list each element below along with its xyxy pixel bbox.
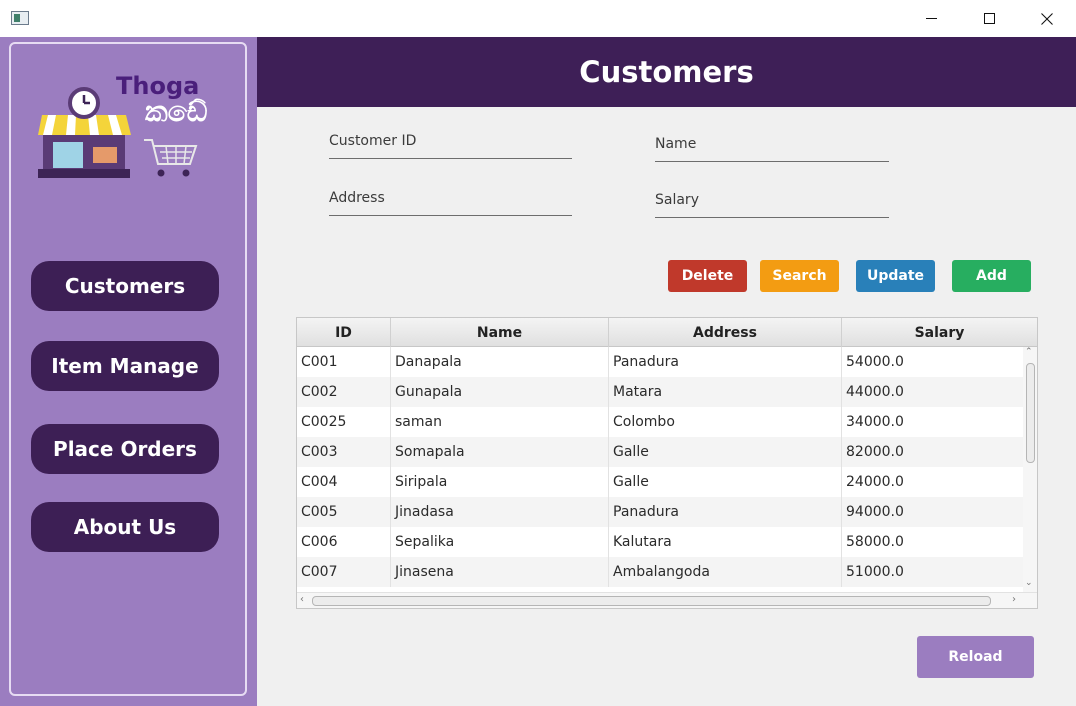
- cell-name: Danapala: [391, 347, 609, 377]
- vertical-scroll-thumb[interactable]: [1026, 363, 1035, 463]
- maximize-icon: [983, 13, 995, 24]
- main-panel: Customers Delete Search Update Add ID Na…: [257, 37, 1076, 706]
- cell-address: Galle: [609, 437, 842, 467]
- cell-name: Jinasena: [391, 557, 609, 587]
- cell-id: C003: [297, 437, 391, 467]
- cell-salary: 94000.0: [846, 504, 904, 520]
- cell-id: C007: [297, 557, 391, 587]
- table-row[interactable]: C006 Sepalika Kalutara 58000.0: [297, 527, 1023, 557]
- scroll-down-icon[interactable]: ⌄: [1025, 578, 1033, 588]
- table-row[interactable]: C0025 saman Colombo 34000.0: [297, 407, 1023, 437]
- delete-button[interactable]: Delete: [668, 260, 747, 292]
- cell-salary: 44000.0: [846, 384, 904, 400]
- cell-address: Kalutara: [609, 527, 842, 557]
- name-input[interactable]: [655, 136, 889, 152]
- horizontal-scroll-thumb[interactable]: [312, 596, 991, 606]
- column-header-name[interactable]: Name: [391, 318, 609, 347]
- sidebar: Thoga කඩේ Customers Item Manage Place Or…: [0, 37, 257, 706]
- cell-address: Matara: [609, 377, 842, 407]
- customer-id-field[interactable]: [329, 133, 572, 159]
- cell-address: Ambalangoda: [609, 557, 842, 587]
- customer-id-input[interactable]: [329, 133, 572, 149]
- minimize-button[interactable]: [902, 0, 960, 37]
- cell-name: Siripala: [391, 467, 609, 497]
- column-header-salary[interactable]: Salary: [842, 318, 1037, 347]
- cell-name: Somapala: [391, 437, 609, 467]
- nav-customers-button[interactable]: Customers: [31, 261, 219, 311]
- cell-salary: 82000.0: [846, 444, 904, 460]
- cell-name: Gunapala: [391, 377, 609, 407]
- logo: Thoga කඩේ: [38, 72, 228, 227]
- cell-address: Panadura: [609, 497, 842, 527]
- cell-address: Panadura: [609, 347, 842, 377]
- horizontal-scrollbar[interactable]: ‹ ›: [297, 592, 1037, 608]
- window-titlebar: [0, 0, 1076, 37]
- search-button[interactable]: Search: [760, 260, 839, 292]
- cell-salary: 58000.0: [846, 534, 904, 550]
- salary-input[interactable]: [655, 192, 889, 208]
- column-header-address[interactable]: Address: [609, 318, 842, 347]
- salary-field[interactable]: [655, 192, 889, 218]
- vertical-scrollbar[interactable]: ⌃ ⌄: [1023, 347, 1037, 592]
- nav-place-orders-button[interactable]: Place Orders: [31, 424, 219, 474]
- cell-salary: 34000.0: [846, 414, 904, 430]
- logo-subtitle: කඩේ: [145, 95, 208, 128]
- close-button[interactable]: [1018, 0, 1076, 37]
- table-row[interactable]: C004 Siripala Galle 24000.0: [297, 467, 1023, 497]
- nav-about-us-button[interactable]: About Us: [31, 502, 219, 552]
- cart-icon: [144, 139, 198, 177]
- address-field[interactable]: [329, 190, 572, 216]
- cell-id: C0025: [297, 407, 391, 437]
- maximize-button[interactable]: [960, 0, 1018, 37]
- update-button[interactable]: Update: [856, 260, 935, 292]
- table-row[interactable]: C007 Jinasena Ambalangoda 51000.0: [297, 557, 1023, 587]
- cell-address: Colombo: [609, 407, 842, 437]
- table-row[interactable]: C003 Somapala Galle 82000.0: [297, 437, 1023, 467]
- clock-icon: [68, 87, 100, 119]
- cell-name: Jinadasa: [391, 497, 609, 527]
- cell-id: C006: [297, 527, 391, 557]
- scroll-up-icon[interactable]: ⌃: [1025, 347, 1033, 357]
- scroll-left-icon[interactable]: ‹: [300, 594, 304, 605]
- cell-id: C004: [297, 467, 391, 497]
- cell-salary: 24000.0: [846, 474, 904, 490]
- table-row[interactable]: C001 Danapala Panadura 54000.0: [297, 347, 1023, 377]
- column-header-id[interactable]: ID: [297, 318, 391, 347]
- scroll-right-icon[interactable]: ›: [1012, 594, 1016, 605]
- table-row[interactable]: C005 Jinadasa Panadura 94000.0: [297, 497, 1023, 527]
- address-input[interactable]: [329, 190, 572, 206]
- cell-salary: 54000.0: [846, 354, 904, 370]
- nav-item-manage-button[interactable]: Item Manage: [31, 341, 219, 391]
- cell-salary: 51000.0: [846, 564, 904, 580]
- add-button[interactable]: Add: [952, 260, 1031, 292]
- customers-table[interactable]: ID Name Address Salary C001 Danapala Pan…: [296, 317, 1038, 609]
- minimize-icon: [925, 18, 937, 19]
- table-row[interactable]: C002 Gunapala Matara 44000.0: [297, 377, 1023, 407]
- cell-id: C002: [297, 377, 391, 407]
- close-icon: [1041, 12, 1053, 25]
- java-app-icon: [11, 11, 29, 25]
- cell-id: C005: [297, 497, 391, 527]
- cell-address: Galle: [609, 467, 842, 497]
- reload-button[interactable]: Reload: [917, 636, 1034, 678]
- cell-name: Sepalika: [391, 527, 609, 557]
- name-field[interactable]: [655, 136, 889, 162]
- cell-name: saman: [391, 407, 609, 437]
- table-header: ID Name Address Salary: [297, 318, 1037, 347]
- page-title: Customers: [257, 37, 1076, 107]
- cell-id: C001: [297, 347, 391, 377]
